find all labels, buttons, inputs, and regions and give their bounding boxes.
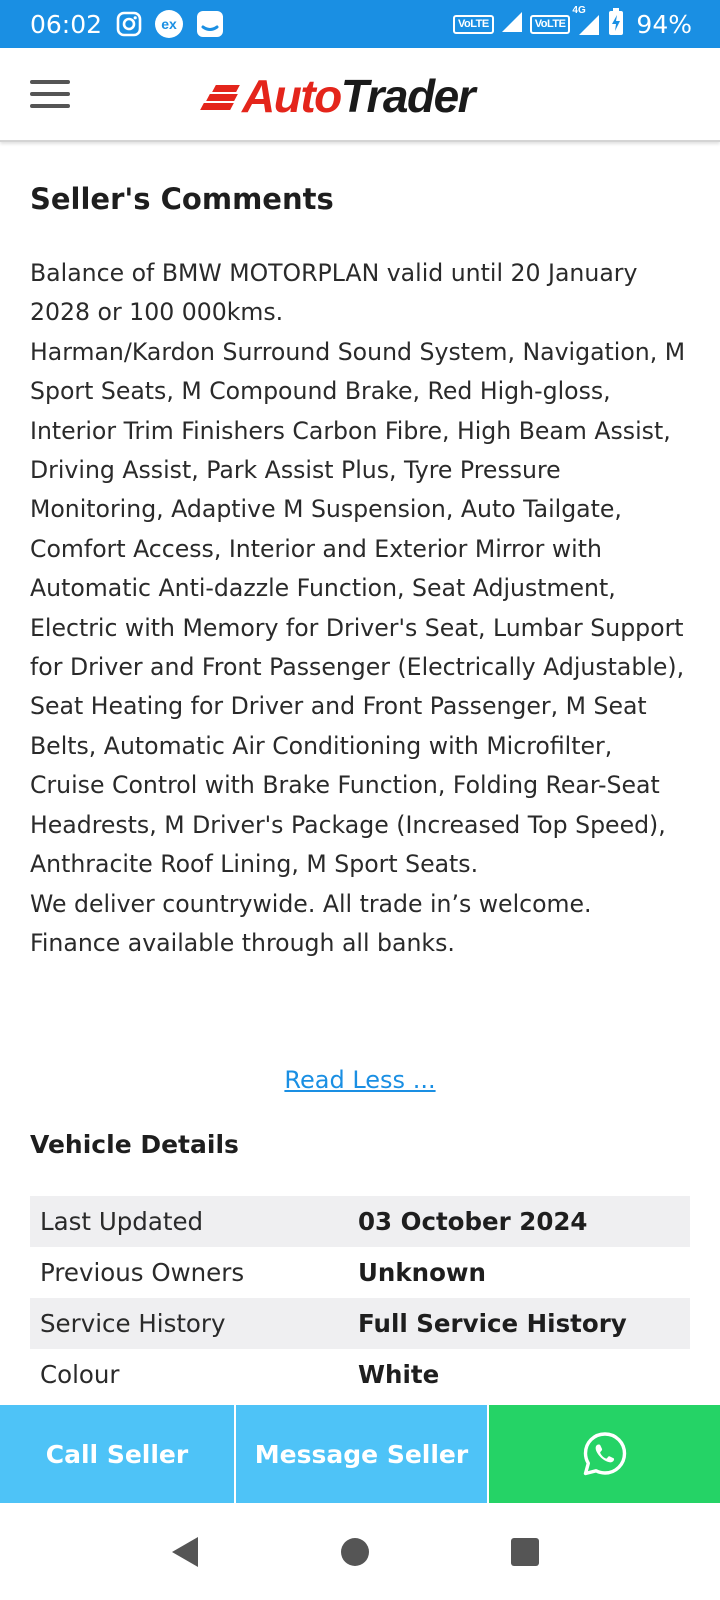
back-icon[interactable] [170,1535,200,1569]
comment-paragraph: Harman/Kardon Surround Sound System, Nav… [30,337,686,879]
table-row: Last Updated 03 October 2024 [30,1196,690,1247]
logo-text: AutoTrader [242,69,476,123]
vehicle-details-table: Last Updated 03 October 2024 Previous Ow… [30,1196,690,1400]
comment-paragraph: Balance of BMW MOTORPLAN valid until 20 … [30,259,638,327]
signal-icon [500,10,524,39]
status-right-group: VoLTE VoLTE 4G 94% [453,5,692,41]
volte-badge-2: VoLTE [529,14,571,34]
read-less-container: Read Less ... [30,1066,690,1094]
logo-text-trader: Trader [340,70,476,122]
instagram-icon [116,11,142,37]
svg-text:ex: ex [161,16,177,32]
vehicle-details-title: Vehicle Details [30,1130,239,1159]
detail-label: Service History [40,1309,226,1338]
table-row: Service History Full Service History [30,1298,690,1349]
menu-icon[interactable] [30,80,70,110]
autotrader-logo[interactable]: AutoTrader [200,66,476,126]
network-type-label: 4G [572,5,586,16]
express-vpn-icon: ex [154,9,184,39]
contact-action-bar: Call Seller Message Seller [0,1405,720,1503]
logo-stripes-icon [200,81,242,111]
system-nav-bar [0,1503,720,1600]
detail-label: Last Updated [40,1207,204,1236]
battery-percent: 94% [636,9,692,39]
table-row: Colour White [30,1349,690,1400]
detail-label: Previous Owners [40,1258,245,1287]
home-icon[interactable] [340,1537,370,1567]
app-notification-icon [196,10,224,38]
battery-charging-icon [608,7,624,41]
sellers-comments-title: Seller's Comments [30,182,334,216]
detail-label: Colour [40,1360,120,1389]
call-seller-button[interactable]: Call Seller [0,1405,234,1503]
comment-paragraph: We deliver countrywide. All trade in’s w… [30,889,592,918]
signal-4g-icon: 4G [572,5,602,37]
whatsapp-icon [583,1432,626,1476]
detail-value: Unknown [358,1258,486,1287]
table-row: Previous Owners Unknown [30,1247,690,1298]
app-header: AutoTrader [0,48,720,142]
volte-badge-1: VoLTE [453,14,494,34]
logo-text-auto: Auto [242,70,342,122]
detail-value: White [358,1360,440,1389]
recents-icon[interactable] [510,1537,540,1567]
status-bar: 06:02 ex VoLTE VoLTE 4G 94% [0,0,720,48]
sellers-comments-body: Balance of BMW MOTORPLAN valid until 20 … [30,254,690,963]
message-seller-button[interactable]: Message Seller [236,1405,487,1503]
comment-paragraph: Finance available through all banks. [30,928,455,957]
detail-value: Full Service History [358,1309,627,1338]
status-time: 06:02 [30,9,103,39]
whatsapp-button[interactable] [489,1405,720,1503]
read-less-link[interactable]: Read Less ... [284,1066,435,1094]
detail-value: 03 October 2024 [358,1207,588,1236]
